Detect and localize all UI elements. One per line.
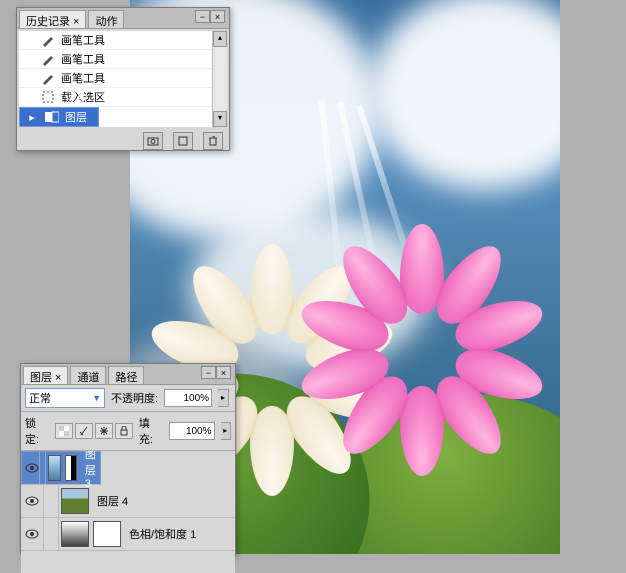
scroll-down-button[interactable]: ▾ bbox=[213, 111, 227, 127]
blend-mode-select[interactable]: 正常▼ bbox=[25, 388, 105, 408]
lock-position-button[interactable] bbox=[95, 423, 113, 439]
layer-row[interactable]: 图层 3 bbox=[21, 451, 101, 485]
opacity-label: 不透明度: bbox=[111, 390, 158, 406]
history-icon bbox=[41, 111, 63, 123]
history-list: 画笔工具画笔工具画笔工具载入选区▸添加图层蒙版 ▴ ▾ bbox=[19, 31, 227, 127]
layer-name[interactable]: 图层 3 bbox=[79, 451, 97, 490]
history-item-label: 画笔工具 bbox=[59, 70, 227, 86]
history-item[interactable]: 载入选区 bbox=[19, 88, 227, 107]
visibility-toggle[interactable] bbox=[25, 452, 40, 484]
visibility-toggle[interactable] bbox=[21, 485, 44, 517]
lock-label: 锁定: bbox=[25, 415, 49, 447]
delete-button[interactable] bbox=[203, 132, 223, 150]
layers-panel: − × 图层 × 通道 路径 正常▼ 不透明度: 100%▸ 锁定: 填充: 1… bbox=[20, 363, 236, 555]
layer-thumbnail[interactable] bbox=[61, 521, 89, 547]
close-button[interactable]: × bbox=[210, 10, 225, 23]
close-button[interactable]: × bbox=[216, 366, 231, 379]
visibility-toggle[interactable] bbox=[21, 518, 44, 550]
history-item[interactable]: ▸添加图层蒙版 bbox=[19, 107, 99, 127]
lock-transparency-button[interactable] bbox=[55, 423, 73, 439]
history-item[interactable]: 画笔工具 bbox=[19, 69, 227, 88]
minimize-button[interactable]: − bbox=[195, 10, 210, 23]
tab-history[interactable]: 历史记录 × bbox=[19, 10, 86, 28]
lock-all-button[interactable] bbox=[115, 423, 133, 439]
tab-layers[interactable]: 图层 × bbox=[23, 366, 68, 384]
history-item[interactable]: 画笔工具 bbox=[19, 50, 227, 69]
lock-pixels-button[interactable] bbox=[75, 423, 93, 439]
history-item-label: 画笔工具 bbox=[59, 51, 227, 67]
link-column[interactable] bbox=[44, 518, 59, 550]
new-snapshot-button[interactable] bbox=[143, 132, 163, 150]
tab-actions[interactable]: 动作 bbox=[88, 10, 124, 28]
layer-row[interactable]: 色相/饱和度 1 bbox=[21, 518, 235, 551]
fill-label: 填充: bbox=[139, 415, 163, 447]
layer-thumbnail[interactable] bbox=[65, 455, 77, 481]
history-panel: − × 历史记录 × 动作 画笔工具画笔工具画笔工具载入选区▸添加图层蒙版 ▴ … bbox=[16, 7, 230, 151]
link-column[interactable] bbox=[44, 485, 59, 517]
new-document-button[interactable] bbox=[173, 132, 193, 150]
layer-thumbnail[interactable] bbox=[93, 521, 121, 547]
history-icon bbox=[37, 52, 59, 66]
history-scrollbar[interactable]: ▴ ▾ bbox=[212, 31, 227, 127]
minimize-button[interactable]: − bbox=[201, 366, 216, 379]
fill-slider-toggle[interactable]: ▸ bbox=[221, 422, 232, 440]
opacity-slider-toggle[interactable]: ▸ bbox=[218, 389, 229, 407]
history-item-label: 画笔工具 bbox=[59, 32, 227, 48]
history-icon bbox=[37, 91, 59, 103]
tab-paths[interactable]: 路径 bbox=[108, 366, 144, 384]
tab-channels[interactable]: 通道 bbox=[70, 366, 106, 384]
layer-thumbnail[interactable] bbox=[48, 455, 60, 481]
history-indicator: ▸ bbox=[23, 111, 41, 124]
scroll-up-button[interactable]: ▴ bbox=[213, 31, 227, 47]
opacity-input[interactable]: 100% bbox=[164, 389, 212, 407]
layer-name[interactable]: 色相/饱和度 1 bbox=[123, 526, 196, 542]
layer-thumbnail[interactable] bbox=[61, 488, 89, 514]
history-icon bbox=[37, 33, 59, 47]
history-icon bbox=[37, 71, 59, 85]
layer-row[interactable]: 图层 4 bbox=[21, 485, 235, 518]
fill-input[interactable]: 100% bbox=[169, 422, 215, 440]
history-item[interactable]: 画笔工具 bbox=[19, 31, 227, 50]
history-item-label: 添加图层蒙版 bbox=[63, 93, 95, 127]
link-column[interactable] bbox=[40, 452, 46, 484]
layer-list: 图层 3 图层 4 色相/饱和度 1 bbox=[21, 451, 235, 573]
layer-name[interactable]: 图层 4 bbox=[91, 493, 128, 509]
